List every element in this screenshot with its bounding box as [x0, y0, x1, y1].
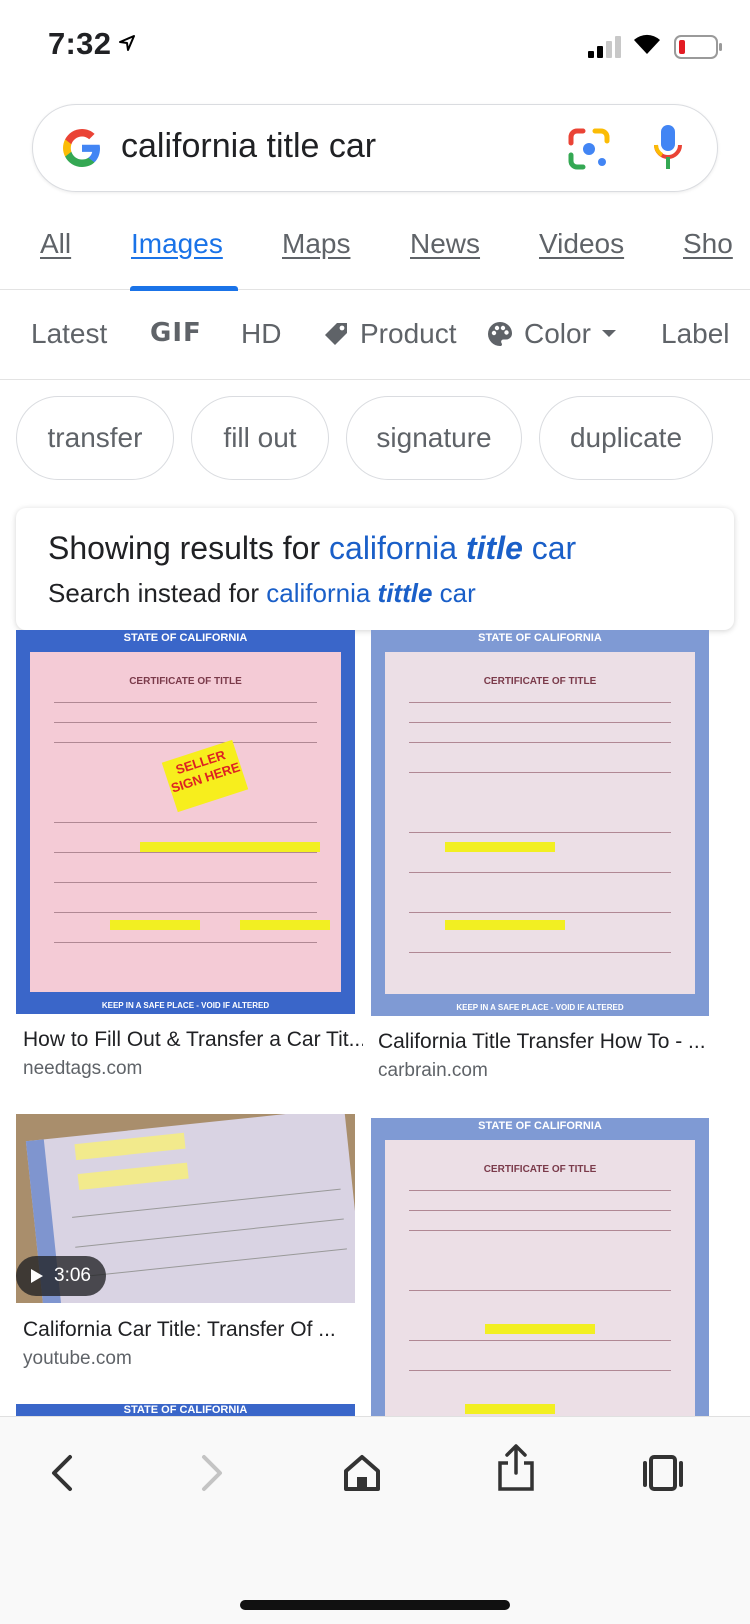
filter-latest[interactable]: Latest	[31, 318, 107, 350]
result-source-1: needtags.com	[23, 1058, 143, 1079]
doc-header: STATE OF CALIFORNIA	[123, 632, 248, 644]
search-input[interactable]: california title car	[121, 127, 376, 166]
tabs-icon[interactable]	[642, 1453, 684, 1493]
instead-prefix: Search instead for	[48, 578, 260, 608]
share-icon[interactable]	[496, 1443, 536, 1493]
corrected-query-word-1: california	[329, 530, 458, 566]
tab-maps[interactable]: Maps	[282, 228, 350, 260]
browser-toolbar	[0, 1416, 750, 1624]
result-image-2[interactable]: STATE OF CALIFORNIA CERTIFICATE OF TITLE…	[371, 630, 709, 1016]
play-icon	[31, 1269, 43, 1283]
home-icon[interactable]	[342, 1453, 382, 1493]
tab-shopping[interactable]: Sho	[683, 228, 733, 260]
corrected-query-word-2: title	[465, 530, 523, 566]
active-tab-indicator	[130, 286, 238, 291]
doc-header: STATE OF CALIFORNIA	[123, 1404, 248, 1416]
home-indicator	[240, 1600, 510, 1610]
filter-gif-label: GIF	[150, 318, 202, 348]
result-image-5[interactable]: STATE OF CALIFORNIA	[16, 1404, 355, 1416]
corrected-query-word-3: car	[531, 530, 577, 566]
original-query-link[interactable]: california tittle car	[266, 578, 476, 608]
google-logo-icon	[63, 129, 100, 167]
doc-header: STATE OF CALIFORNIA	[478, 632, 602, 644]
wifi-icon	[634, 34, 660, 54]
tab-all[interactable]: All	[40, 228, 71, 260]
doc-body: CERTIFICATE OF TITLE	[385, 652, 695, 994]
tab-videos[interactable]: Videos	[539, 228, 624, 260]
filter-product-label: Product	[360, 318, 457, 349]
filter-color[interactable]: Color	[486, 318, 617, 350]
doc-header: STATE OF CALIFORNIA	[478, 1120, 602, 1132]
showing-prefix: Showing results for	[48, 530, 321, 566]
doc-subheader: CERTIFICATE OF TITLE	[129, 676, 242, 687]
chip-transfer[interactable]: transfer	[16, 396, 174, 480]
original-query-word-1: california	[266, 578, 371, 608]
tab-images[interactable]: Images	[131, 228, 223, 260]
doc-footer: KEEP IN A SAFE PLACE - VOID IF ALTERED	[101, 1001, 270, 1010]
filter-latest-label: Latest	[31, 318, 108, 349]
filter-label-label: Label	[661, 318, 730, 349]
original-query-word-3: car	[439, 578, 476, 608]
seller-sign-here-tag: SELLER SIGN HERE	[161, 739, 249, 813]
doc-subheader: CERTIFICATE OF TITLE	[483, 676, 597, 687]
title-document-image: STATE OF CALIFORNIA CERTIFICATE OF TITLE…	[371, 630, 709, 1016]
doc-subheader: CERTIFICATE OF TITLE	[483, 1164, 597, 1175]
spelling-correction-card: Showing results for california title car…	[16, 508, 734, 630]
filter-bar: Latest GIF HD Product Color Label	[0, 292, 750, 380]
title-document-image: STATE OF CALIFORNIA CERTIFICATE OF TITLE	[371, 1118, 709, 1416]
result-image-1[interactable]: STATE OF CALIFORNIA CERTIFICATE OF TITLE…	[16, 630, 355, 1014]
doc-body: CERTIFICATE OF TITLE SELLER SIGN HERE	[30, 652, 341, 992]
back-icon[interactable]	[48, 1453, 76, 1493]
video-duration-badge: 3:06	[16, 1256, 106, 1296]
result-title-3[interactable]: California Car Title: Transfer Of ...	[23, 1318, 363, 1342]
corrected-query-link[interactable]: california title car	[329, 530, 576, 566]
original-query-word-2: tittle	[377, 578, 433, 608]
doc-body: CERTIFICATE OF TITLE	[385, 1140, 695, 1416]
filter-hd-label: HD	[241, 318, 282, 349]
search-bar[interactable]: california title car	[32, 104, 718, 192]
cellular-signal-icon	[588, 36, 621, 58]
chip-duplicate[interactable]: duplicate	[539, 396, 713, 480]
result-title-2[interactable]: California Title Transfer How To - ...	[378, 1030, 718, 1054]
filter-color-label: Color	[524, 318, 591, 349]
filter-label[interactable]: Label	[661, 318, 730, 350]
google-lens-icon[interactable]	[567, 127, 611, 171]
doc-footer: KEEP IN A SAFE PLACE - VOID IF ALTERED	[456, 1003, 624, 1012]
filter-hd[interactable]: HD	[241, 318, 281, 350]
microphone-icon[interactable]	[653, 123, 683, 173]
battery-icon	[674, 35, 722, 59]
title-document-image: STATE OF CALIFORNIA CERTIFICATE OF TITLE…	[16, 630, 355, 1014]
result-title-1[interactable]: How to Fill Out & Transfer a Car Tit...	[23, 1028, 363, 1052]
chevron-down-icon	[601, 330, 616, 337]
chip-fill-out[interactable]: fill out	[191, 396, 329, 480]
result-source-2: carbrain.com	[378, 1060, 488, 1081]
showing-results-line: Showing results for california title car	[48, 530, 576, 567]
palette-icon	[488, 322, 512, 346]
chip-signature[interactable]: signature	[346, 396, 522, 480]
filter-gif[interactable]: GIF	[150, 318, 202, 348]
tab-news[interactable]: News	[410, 228, 480, 260]
tag-icon	[325, 323, 347, 345]
video-duration: 3:06	[54, 1265, 91, 1286]
status-bar: 7:32	[0, 0, 750, 92]
location-arrow-icon	[119, 35, 135, 51]
filter-product[interactable]: Product	[322, 318, 457, 350]
result-source-3: youtube.com	[23, 1348, 132, 1369]
forward-icon[interactable]	[198, 1453, 226, 1493]
status-time: 7:32	[48, 26, 112, 61]
search-instead-line: Search instead for california tittle car	[48, 578, 476, 609]
result-image-4[interactable]: STATE OF CALIFORNIA CERTIFICATE OF TITLE	[371, 1118, 709, 1416]
search-tabs: All Images Maps News Videos Sho	[0, 218, 750, 291]
